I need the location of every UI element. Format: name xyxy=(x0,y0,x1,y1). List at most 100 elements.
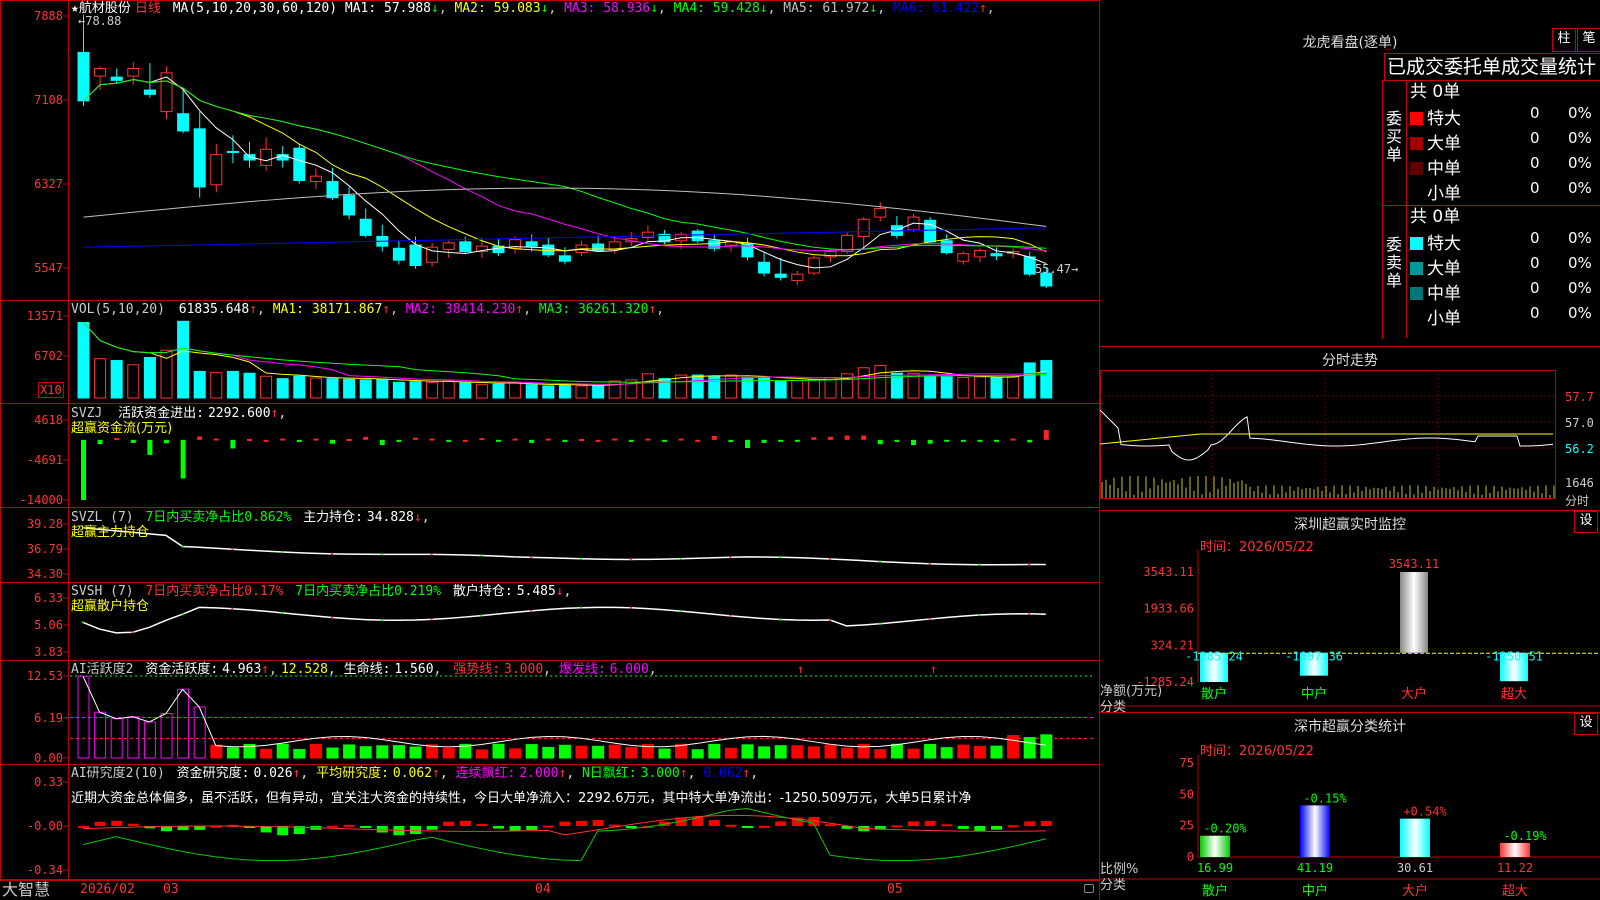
ma-legend-name: MA6: xyxy=(885,1,925,16)
fund-flow-bar xyxy=(579,438,584,441)
vol-ma-legend: MA1: 38171.867↑, MA2: 38414.230↑, MA3: 3… xyxy=(273,302,664,317)
candle-body xyxy=(392,247,405,261)
candle-body xyxy=(77,51,90,102)
longhu-bar-button[interactable]: 柱 xyxy=(1552,28,1576,52)
ai-research-chart[interactable] xyxy=(78,808,1052,862)
research-bar xyxy=(592,820,604,826)
sz-monitor-chart[interactable]: 3543.111933.66324.21-1285.24-1285.24散户-1… xyxy=(1100,550,1600,720)
svsh-line-dot xyxy=(331,616,333,619)
volume-bar xyxy=(973,376,986,399)
vol-ma-name: MA3: xyxy=(531,302,571,317)
ai2-i4: N日飘红: xyxy=(581,766,637,781)
ai1-i3: 生命线: xyxy=(343,662,391,677)
y-tick-label: -14000 xyxy=(20,493,63,507)
ma-label: MA(5,10,20,30,60,120) xyxy=(172,1,338,16)
signal-arrow: ↑ xyxy=(797,662,804,676)
volume-chart[interactable] xyxy=(77,320,1053,399)
period-label[interactable]: 日线 xyxy=(135,1,161,16)
ma-legend-value: 58.936 xyxy=(595,1,651,16)
fund-flow-bar xyxy=(794,439,800,442)
candlestick-chart[interactable] xyxy=(77,14,1053,289)
svzl-line-dot xyxy=(181,545,184,548)
longhu-title: 龙虎看盘(逐单) xyxy=(1302,35,1398,51)
volume-bar xyxy=(409,381,422,399)
activity-bar xyxy=(326,747,339,759)
svsh-line-dot xyxy=(779,618,782,621)
fund-flow-bar xyxy=(512,438,518,441)
research-bar xyxy=(941,824,953,827)
candle-body xyxy=(791,273,804,282)
svzj-chart[interactable] xyxy=(81,429,1049,500)
candle-body xyxy=(442,242,455,250)
activity-bar xyxy=(127,716,140,759)
longhu-tick-button[interactable]: 笔 xyxy=(1577,28,1600,52)
svsh-line-dot xyxy=(231,607,234,610)
svzl-chart[interactable] xyxy=(82,526,1046,566)
ai1-v5: 6.000 xyxy=(609,662,649,677)
y-tick-label: 5.06 xyxy=(34,618,63,632)
order-pct: 0% xyxy=(1568,104,1592,122)
sz-class-chart[interactable]: 75 50 25 0 -0.20% 16.99 散户 -0.15% 41.19 中户 +0.54% 3… xyxy=(1100,755,1600,900)
svsh-item3: 散户持仓: xyxy=(452,584,513,599)
order-pct: 0% xyxy=(1568,179,1592,197)
order-color-swatch xyxy=(1410,137,1423,150)
sz-monitor-settings-button[interactable]: 设 xyxy=(1574,511,1598,533)
svsh-line-dot xyxy=(530,609,533,612)
vol-unit-box: X10 xyxy=(38,382,64,398)
class-bar xyxy=(1200,835,1230,857)
activity-bar xyxy=(409,746,422,759)
activity-bar xyxy=(558,744,571,759)
activity-bar xyxy=(608,744,621,759)
order-count: 0 xyxy=(1530,154,1540,172)
candle-body xyxy=(691,230,704,242)
fund-flow-bar xyxy=(114,438,120,441)
vol-ma-name: MA1: xyxy=(272,302,304,317)
order-pct: 0% xyxy=(1568,304,1592,322)
monitor-category: 大户 xyxy=(1401,686,1427,702)
research-bar xyxy=(725,824,737,827)
svzl-line-dot xyxy=(878,560,881,563)
class-y-tick: 0 xyxy=(1187,850,1194,864)
sz-class-settings-button[interactable]: 设 xyxy=(1574,713,1598,735)
order-type: 中单 xyxy=(1427,159,1461,179)
monitor-y-tick: 3543.11 xyxy=(1143,565,1194,579)
svsh-line-dot xyxy=(729,614,732,617)
ma-legend-sep: , xyxy=(658,1,666,16)
research-bar xyxy=(974,826,986,832)
vol-ma-arrow: ↑ xyxy=(515,302,524,317)
svzl-line-dot xyxy=(829,557,831,560)
y-axis-ticks: 7888 7108 6327 5547 13571 6702 4618 -4691 -14000… xyxy=(20,9,68,877)
volume-bar xyxy=(492,383,505,399)
fenshi-tick-2: 57.0 xyxy=(1565,416,1594,430)
svsh-chart[interactable] xyxy=(82,606,1046,634)
candle-body xyxy=(409,244,422,267)
x-label-feb: 2026/02 xyxy=(80,882,135,897)
activity-bar xyxy=(807,746,820,759)
fund-flow-bar xyxy=(1043,429,1049,440)
low-price-value: 55.47 xyxy=(1035,262,1072,276)
class-category: 中户 xyxy=(1302,883,1328,899)
y-tick-label: 36.79 xyxy=(27,542,63,556)
activity-bar xyxy=(708,743,721,759)
ma-legend-name: MA5: xyxy=(775,1,815,16)
volume-bar xyxy=(575,385,588,399)
fenshi-chart[interactable] xyxy=(1100,370,1600,510)
fund-flow-bar xyxy=(180,439,186,479)
research-bar xyxy=(526,826,538,830)
fund-flow-bar xyxy=(496,439,501,442)
ma-legend-name: MA2: xyxy=(446,1,486,16)
class-category: 散户 xyxy=(1202,883,1228,899)
ma-legend-name: MA4: xyxy=(665,1,705,16)
candle-body xyxy=(309,175,322,183)
candle-body xyxy=(940,240,953,254)
svsh-line-dot xyxy=(928,618,931,621)
activity-bar xyxy=(741,744,754,759)
research-bar xyxy=(708,820,720,826)
y-tick-label: 0.00 xyxy=(34,751,63,765)
svzl-line xyxy=(82,527,1046,566)
ai2-i2: 平均研究度: xyxy=(316,766,389,781)
activity-bar xyxy=(276,743,289,759)
chart-area[interactable]: 7888 7108 6327 5547 13571 6702 4618 -4691 -14000… xyxy=(0,0,1100,900)
app-logo: 大智慧 xyxy=(2,880,51,899)
ma-legend-value: 57.988 xyxy=(376,1,431,16)
